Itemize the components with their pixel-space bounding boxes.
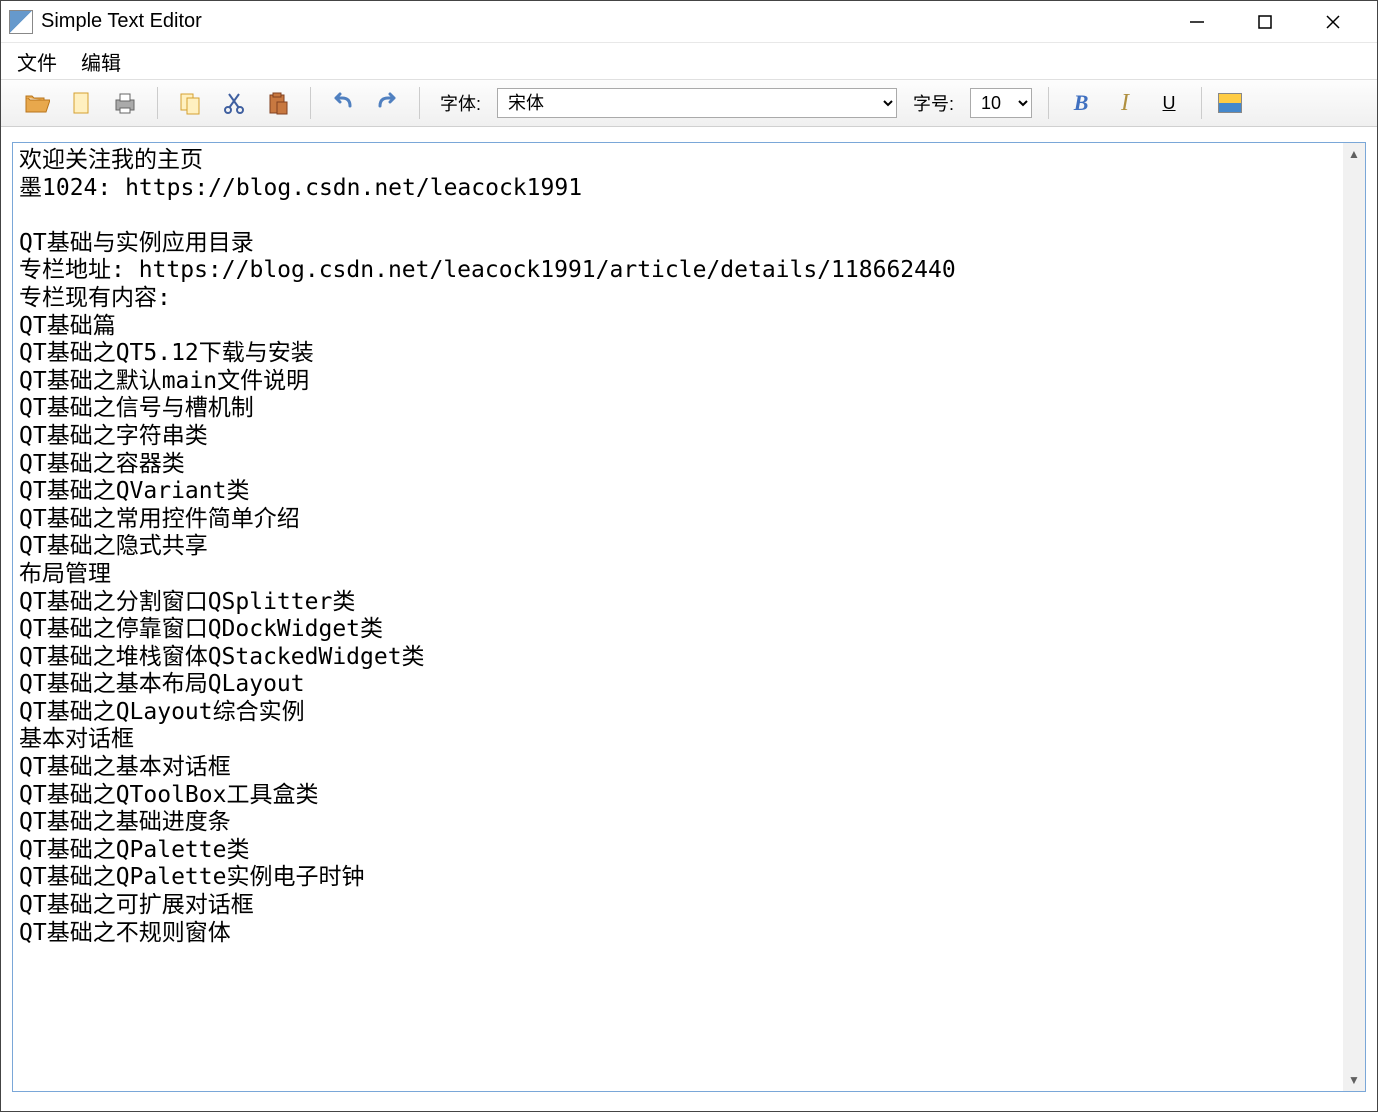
font-label: 字体:: [440, 90, 481, 116]
cut-button[interactable]: [218, 87, 250, 119]
bold-button[interactable]: B: [1065, 87, 1097, 119]
new-button[interactable]: [65, 87, 97, 119]
font-name-select[interactable]: 宋体: [497, 88, 897, 118]
close-button[interactable]: [1313, 6, 1353, 38]
editor-frame: 欢迎关注我的主页 墨1024: https://blog.csdn.net/le…: [12, 142, 1366, 1092]
scroll-down-arrow[interactable]: ▼: [1343, 1069, 1365, 1091]
color-button[interactable]: [1218, 93, 1242, 113]
underline-button[interactable]: U: [1153, 87, 1185, 119]
app-icon: [9, 10, 33, 34]
italic-button[interactable]: I: [1109, 87, 1141, 119]
copy-button[interactable]: [174, 87, 206, 119]
redo-button[interactable]: [371, 87, 403, 119]
window-controls: [1177, 6, 1369, 38]
text-editor[interactable]: 欢迎关注我的主页 墨1024: https://blog.csdn.net/le…: [13, 143, 1343, 1091]
open-button[interactable]: [21, 87, 53, 119]
menu-bar: 文件 编辑: [1, 43, 1377, 79]
font-size-select[interactable]: 10: [970, 88, 1032, 118]
title-bar: Simple Text Editor: [1, 1, 1377, 43]
scroll-up-arrow[interactable]: ▲: [1343, 143, 1365, 165]
toolbar-separator: [1201, 87, 1202, 119]
toolbar-separator: [310, 87, 311, 119]
undo-button[interactable]: [327, 87, 359, 119]
menu-edit[interactable]: 编辑: [77, 45, 125, 78]
vertical-scrollbar[interactable]: ▲ ▼: [1343, 143, 1365, 1091]
maximize-button[interactable]: [1245, 6, 1285, 38]
window-title: Simple Text Editor: [41, 10, 1177, 33]
paste-button[interactable]: [262, 87, 294, 119]
toolbar: 字体: 宋体 字号: 10 B I U: [1, 79, 1377, 127]
minimize-button[interactable]: [1177, 6, 1217, 38]
menu-file[interactable]: 文件: [13, 45, 61, 78]
toolbar-separator: [157, 87, 158, 119]
font-size-label: 字号:: [913, 90, 954, 116]
toolbar-separator: [1048, 87, 1049, 119]
toolbar-separator: [419, 87, 420, 119]
print-button[interactable]: [109, 87, 141, 119]
